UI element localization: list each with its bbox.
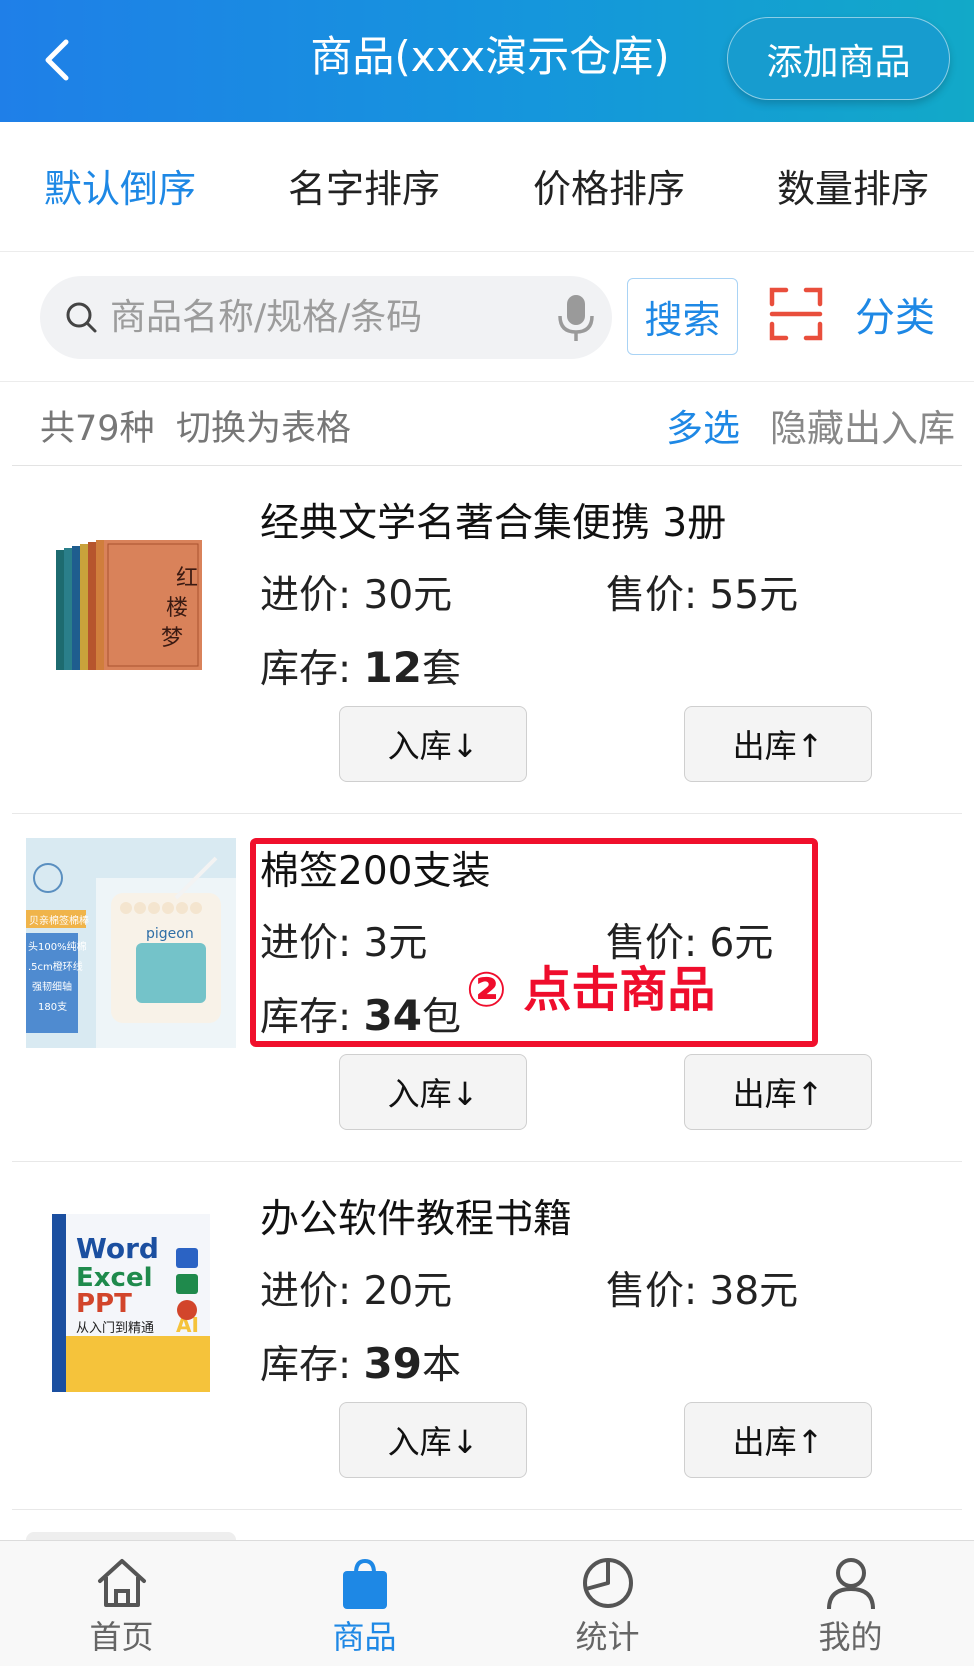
product-count: 共79种 [40, 409, 155, 449]
stock-in-button[interactable]: 入库↓ [339, 706, 527, 782]
product-thumbnail[interactable]: Word Excel PPT 从入门到精通 AI [26, 1186, 236, 1396]
stock: 库存: 34包 [260, 991, 462, 1040]
search-button[interactable]: 搜索 [627, 278, 738, 355]
back-button[interactable] [30, 30, 90, 90]
app-header: 商品(xxx演示仓库) 添加商品 [0, 0, 974, 122]
sort-tab-default-desc[interactable]: 默认倒序 [44, 162, 196, 216]
category-link[interactable]: 分类 [855, 290, 935, 346]
nav-item-home[interactable]: 首页 [0, 1541, 243, 1666]
search-input[interactable] [110, 288, 540, 346]
stock: 库存: 39本 [260, 1339, 462, 1388]
svg-text:楼: 楼 [166, 596, 188, 621]
product-thumbnail[interactable]: pigeon 贝亲棉签棉棒 头100%纯棉 .5cm橙环线 强韧细轴 180支 [26, 838, 236, 1048]
svg-text:梦: 梦 [161, 626, 183, 651]
nav-label: 商品 [332, 1618, 397, 1656]
info-row: 共79种 切换为表格 多选 隐藏出入库 [0, 382, 974, 466]
chevron-left-icon [45, 39, 69, 81]
sort-tab-price[interactable]: 价格排序 [533, 162, 685, 216]
svg-text:红: 红 [176, 566, 198, 591]
svg-text:强韧细轴: 强韧细轴 [32, 980, 72, 993]
sale-price: 售价: 55元 [606, 573, 799, 618]
product-name[interactable]: 办公软件教程书籍 [260, 1192, 572, 1248]
search-row: 搜索 分类 [0, 252, 974, 382]
home-icon [98, 1559, 146, 1607]
stock-out-button[interactable]: 出库↑ [684, 1054, 872, 1130]
svg-text:头100%纯棉: 头100%纯棉 [28, 940, 87, 953]
book-set-image: 红 楼 梦 [26, 490, 236, 700]
office-book-image: Word Excel PPT 从入门到精通 AI [26, 1186, 236, 1396]
svg-text:从入门到精通: 从入门到精通 [76, 1321, 154, 1336]
tutorial-annotation: ② 点击商品 [466, 962, 716, 1018]
shopping-bag-icon [343, 1558, 387, 1609]
cotton-swab-image: pigeon 贝亲棉签棉棒 头100%纯棉 .5cm橙环线 强韧细轴 180支 [26, 838, 236, 1048]
product-thumbnail[interactable]: 红 楼 梦 [26, 490, 236, 700]
product-card[interactable]: Word Excel PPT 从入门到精通 AI 办公软件教程书籍 进价: 20… [0, 1162, 974, 1510]
user-icon [827, 1558, 875, 1610]
svg-text:180支: 180支 [38, 1001, 67, 1013]
stock-out-button[interactable]: 出库↑ [684, 1402, 872, 1478]
bottom-nav: 首页 商品 统计 我的 [0, 1540, 974, 1666]
switch-table-link[interactable]: 切换为表格 [176, 404, 351, 454]
nav-label: 首页 [89, 1618, 154, 1656]
page-title: 商品(xxx演示仓库) [310, 32, 670, 81]
sort-tab-name[interactable]: 名字排序 [288, 162, 440, 216]
cost-price: 进价: 3元 [260, 921, 428, 966]
search-icon [66, 302, 97, 333]
hide-inout-link[interactable]: 隐藏出入库 [770, 404, 955, 454]
svg-text:Word: Word [76, 1232, 159, 1265]
nav-item-products[interactable]: 商品 [243, 1541, 486, 1666]
product-card[interactable]: 红 楼 梦 经典文学名著合集便携 3册 进价: 30元 售价: 55元 库存: … [0, 466, 974, 814]
product-name[interactable]: 棉签200支装 [260, 844, 490, 900]
pie-chart-icon [583, 1558, 633, 1608]
svg-text:.5cm橙环线: .5cm橙环线 [28, 960, 83, 973]
stock-in-button[interactable]: 入库↓ [339, 1402, 527, 1478]
divider [12, 1509, 962, 1510]
nav-item-me[interactable]: 我的 [729, 1541, 972, 1666]
nav-label: 我的 [818, 1618, 883, 1656]
nav-label: 统计 [575, 1618, 640, 1656]
search-box [40, 276, 612, 359]
sale-price: 售价: 38元 [606, 1269, 799, 1314]
svg-text:PPT: PPT [76, 1289, 132, 1319]
add-product-button[interactable]: 添加商品 [727, 17, 950, 100]
cost-price: 进价: 20元 [260, 1269, 453, 1314]
sort-bar: 默认倒序 名字排序 价格排序 数量排序 [0, 122, 974, 252]
scan-icon[interactable] [768, 286, 824, 342]
svg-text:贝亲棉签棉棒: 贝亲棉签棉棒 [29, 914, 89, 927]
product-name[interactable]: 经典文学名著合集便携 3册 [260, 496, 726, 552]
stock: 库存: 12套 [260, 643, 462, 692]
mic-icon[interactable] [552, 292, 600, 344]
multi-select-link[interactable]: 多选 [666, 404, 740, 454]
stock-out-button[interactable]: 出库↑ [684, 706, 872, 782]
cost-price: 进价: 30元 [260, 573, 453, 618]
stock-in-button[interactable]: 入库↓ [339, 1054, 527, 1130]
svg-text:pigeon: pigeon [146, 926, 194, 942]
sort-tab-quantity[interactable]: 数量排序 [777, 162, 929, 216]
nav-item-statistics[interactable]: 统计 [486, 1541, 729, 1666]
